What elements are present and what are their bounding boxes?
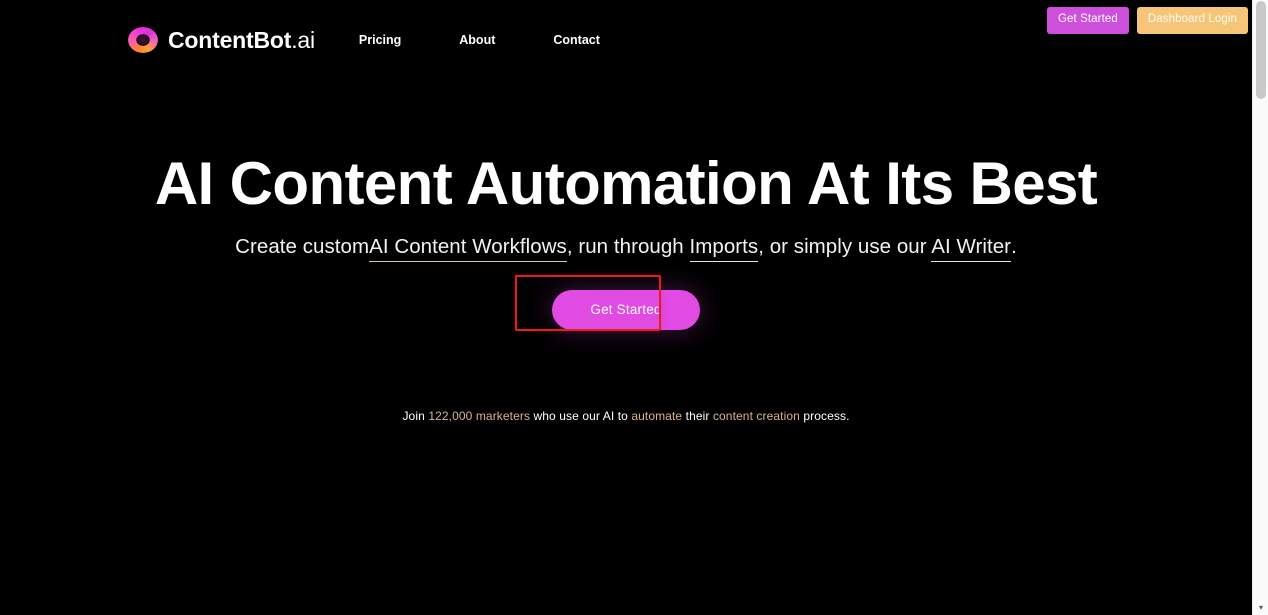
- nav-links: Pricing About Contact: [359, 27, 600, 53]
- page-title: AI Content Automation At Its Best: [154, 150, 1098, 217]
- page-canvas: Get Started Dashboard Login ContentBot.a…: [0, 0, 1252, 615]
- social-proof-text: Join 122,000 marketers who use our AI to…: [0, 408, 1252, 425]
- social-part-3: their: [682, 408, 713, 423]
- nav-link-about[interactable]: About: [459, 27, 495, 53]
- subheading-tail: .: [1011, 235, 1017, 259]
- nav-link-contact[interactable]: Contact: [553, 27, 600, 53]
- top-get-started-button[interactable]: Get Started: [1046, 7, 1129, 34]
- hero-section: AI Content Automation At Its Best Create…: [0, 150, 1252, 425]
- social-accent-automate: automate: [631, 408, 683, 423]
- chevron-down-icon[interactable]: ▾: [1257, 604, 1265, 612]
- link-ai-content-workflows[interactable]: AI Content Workflows: [369, 235, 567, 260]
- scrollbar-thumb[interactable]: [1256, 1, 1266, 99]
- brand-name-suffix: .ai: [291, 26, 315, 53]
- social-accent-content-creation: content creation: [712, 408, 800, 423]
- brand-name-text: ContentBot: [168, 26, 292, 53]
- dashboard-login-button[interactable]: Dashboard Login: [1136, 7, 1248, 34]
- top-utility-bar: Get Started Dashboard Login: [1046, 7, 1248, 34]
- brand-logo-link[interactable]: ContentBot.ai: [123, 22, 315, 58]
- brand-name: ContentBot.ai: [168, 27, 315, 54]
- subheading-lead: Create custom: [235, 235, 370, 259]
- social-count-phrase: 122,000 marketers: [428, 408, 531, 423]
- hero-cta-wrapper: Get Started: [515, 274, 700, 331]
- link-ai-writer[interactable]: AI Writer: [931, 235, 1011, 260]
- hero-subheading: Create customAI Content Workflows, run t…: [0, 233, 1252, 262]
- social-part-2: who use our AI to: [530, 408, 632, 423]
- hero-get-started-button[interactable]: Get Started: [552, 289, 700, 330]
- nav-link-pricing[interactable]: Pricing: [359, 27, 401, 53]
- vertical-scrollbar[interactable]: ▾: [1252, 0, 1268, 615]
- social-part-4: process.: [799, 408, 850, 423]
- social-part-1: Join: [402, 408, 429, 423]
- subheading-mid-2: , or simply use our: [758, 235, 932, 259]
- ring-gradient-icon: [123, 22, 163, 58]
- link-imports[interactable]: Imports: [690, 235, 759, 260]
- subheading-mid-1: , run through: [566, 235, 690, 259]
